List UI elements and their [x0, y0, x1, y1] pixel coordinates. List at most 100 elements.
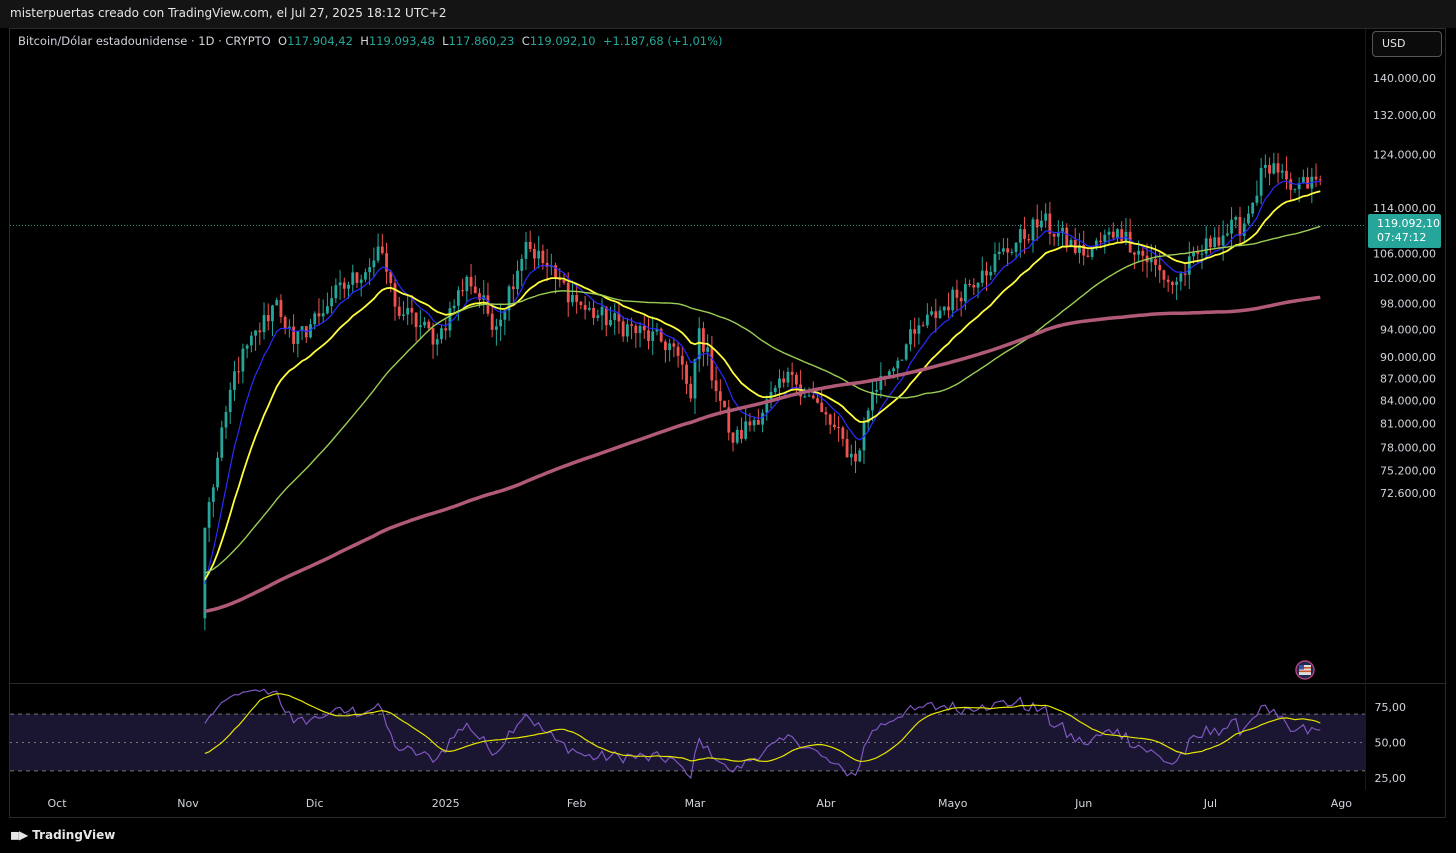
- rsi-axis: 75,00 50,00 25,00: [1375, 701, 1407, 785]
- candle-body: [359, 279, 363, 283]
- candle-body: [1103, 234, 1107, 242]
- candle-body: [211, 487, 215, 502]
- ema-fast-line: [204, 180, 1321, 585]
- candle-body: [963, 284, 967, 302]
- candle-body: [723, 400, 726, 408]
- time-tick-label: Mayo: [938, 797, 968, 810]
- candle-body: [1111, 231, 1115, 238]
- candle-body: [647, 330, 650, 341]
- candle-body: [752, 420, 756, 426]
- candle-body: [249, 335, 253, 346]
- candle-body: [427, 321, 431, 329]
- candle-body: [676, 346, 680, 356]
- candle-body: [1276, 163, 1280, 173]
- time-tick-label: Mar: [685, 797, 706, 810]
- candle-body: [680, 355, 684, 365]
- candle-body: [245, 345, 249, 349]
- candle-body: [786, 371, 790, 383]
- candle-body: [841, 427, 845, 439]
- candle-body: [634, 325, 638, 334]
- candle-body: [1006, 248, 1010, 253]
- candle-body: [672, 343, 676, 347]
- time-tick-label: Feb: [567, 797, 586, 810]
- candle-body: [904, 344, 908, 360]
- candle-body: [435, 339, 439, 345]
- candle-body: [313, 313, 317, 325]
- candle-body: [968, 284, 971, 286]
- candle-body: [207, 501, 211, 528]
- candle-body: [710, 347, 714, 381]
- currency-button[interactable]: USD: [1372, 31, 1442, 57]
- candle-body: [1056, 232, 1060, 237]
- rsi-tick-label: 75,00: [1375, 701, 1407, 714]
- candle-body: [930, 311, 933, 315]
- candle-body: [756, 420, 760, 425]
- candle-body: [803, 396, 807, 398]
- candle-body: [816, 398, 819, 403]
- candle-body: [1107, 231, 1111, 235]
- candle-body: [959, 297, 963, 302]
- candle-body: [1204, 238, 1208, 254]
- price-axis: 140.000,00 132.000,00 124.000,00 114.000,00…: [1373, 72, 1436, 500]
- candle-body: [271, 305, 274, 322]
- candle-body: [1179, 273, 1183, 282]
- moving-averages-layer: [204, 180, 1321, 614]
- candle-body: [478, 293, 481, 300]
- candle-body: [1014, 242, 1018, 252]
- candle-body: [1002, 248, 1005, 252]
- candle-body: [220, 427, 224, 458]
- symbol-description: Bitcoin/Dólar estadounidense · 1D · CRYP…: [18, 34, 271, 48]
- candle-body: [1293, 189, 1297, 191]
- candle-body: [858, 450, 862, 462]
- candle-body: [1099, 240, 1102, 242]
- candle-body: [1238, 217, 1242, 236]
- candle-body: [596, 315, 600, 318]
- candle-body: [980, 270, 984, 283]
- candle-body: [1200, 253, 1204, 255]
- candle-body: [1234, 217, 1238, 220]
- candle-body: [1065, 227, 1069, 248]
- rsi-tick-label: 25,00: [1375, 772, 1407, 785]
- candle-body: [342, 282, 346, 289]
- high-label: H: [360, 34, 369, 48]
- candle-body: [355, 272, 359, 283]
- candle-body: [917, 325, 921, 334]
- candle-body: [279, 300, 283, 317]
- candle-body: [562, 280, 566, 283]
- candle-body: [1035, 219, 1039, 228]
- price-tick-label: 72.600,00: [1380, 487, 1436, 500]
- candle-body: [993, 254, 997, 272]
- candle-body: [520, 258, 524, 271]
- ema-mid-line: [204, 190, 1321, 581]
- candle-body: [1314, 176, 1318, 180]
- tradingview-logo[interactable]: ◼▶ TradingView: [10, 828, 115, 842]
- candle-body: [444, 328, 448, 331]
- candle-body: [621, 321, 625, 337]
- candle-body: [1183, 273, 1187, 275]
- price-tick-label: 84.000,00: [1380, 395, 1436, 408]
- price-tick-label: 78.000,00: [1380, 442, 1436, 455]
- candle-body: [1149, 259, 1153, 263]
- candle-body: [465, 276, 469, 292]
- candle-body: [1040, 220, 1043, 228]
- candle-body: [706, 347, 710, 352]
- candle-body: [528, 241, 532, 249]
- candle-body: [516, 270, 519, 290]
- candle-body: [1225, 233, 1229, 236]
- candle-body: [575, 294, 579, 302]
- price-chart[interactable]: 140.000,00 132.000,00 124.000,00 114.000,00…: [0, 0, 1456, 853]
- candle-body: [1306, 176, 1309, 189]
- candle-body: [972, 284, 976, 288]
- price-tick-label: 132.000,00: [1373, 109, 1436, 122]
- bottom-bar: [0, 818, 1456, 853]
- candle-body: [241, 348, 245, 372]
- candle-body: [571, 294, 574, 303]
- candle-body: [909, 329, 912, 345]
- candle-body: [292, 326, 295, 344]
- candle-body: [228, 389, 232, 413]
- candle-body: [938, 310, 942, 318]
- candle-body: [490, 313, 494, 330]
- candle-body: [989, 271, 993, 276]
- candle-body: [833, 424, 836, 428]
- open-value: 117.904,42: [287, 34, 353, 48]
